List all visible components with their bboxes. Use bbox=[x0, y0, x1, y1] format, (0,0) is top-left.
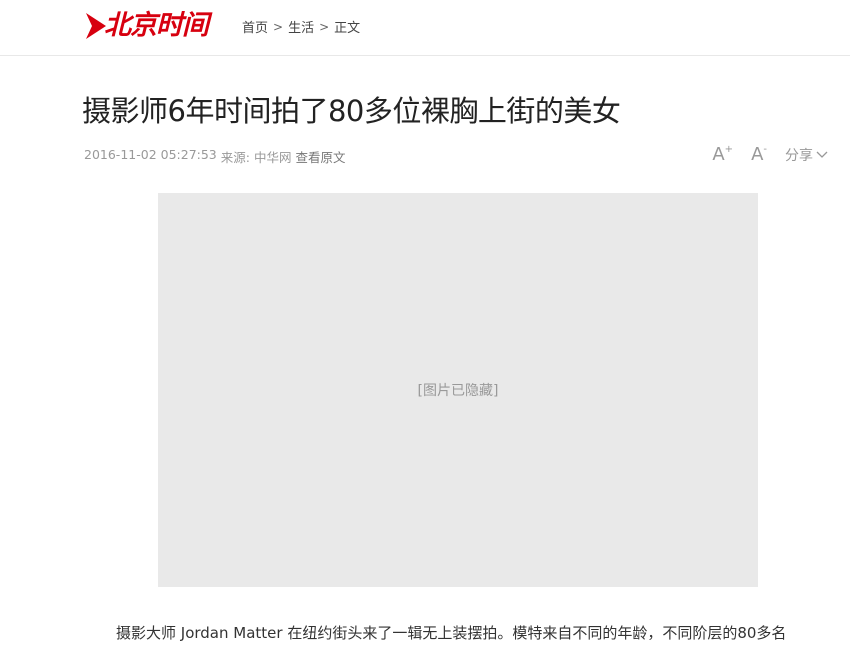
play-logo-icon bbox=[84, 11, 106, 41]
publish-date: 2016-11-02 05:27:53 bbox=[84, 147, 217, 162]
article-title: 摄影师6年时间拍了80多位裸胸上街的美女 bbox=[82, 94, 621, 128]
site-logo[interactable]: 北京时间 bbox=[84, 8, 209, 44]
view-original-link[interactable]: 查看原文 bbox=[295, 147, 345, 166]
breadcrumb-home[interactable]: 首页 bbox=[242, 17, 268, 36]
breadcrumb: 首页 > 生活 > 正文 bbox=[242, 17, 360, 37]
article-source: 来源: 中华网 bbox=[220, 150, 292, 165]
share-label: 分享 bbox=[785, 147, 813, 164]
breadcrumb-life[interactable]: 生活 bbox=[288, 17, 314, 36]
logo-text: 北京时间 bbox=[104, 10, 209, 41]
article-tools: A+ A- 分享 bbox=[712, 144, 828, 165]
breadcrumb-separator: > bbox=[273, 19, 284, 34]
image-placeholder: [图片已隐藏] bbox=[158, 193, 758, 587]
article-meta: 2016-11-02 05:27:53 来源: 中华网 查看原文 bbox=[84, 147, 345, 166]
share-button[interactable]: 分享 bbox=[785, 145, 828, 165]
top-navigation-bar: 北京时间 首页 > 生活 > 正文 bbox=[0, 0, 850, 56]
article-image: [图片已隐藏] bbox=[158, 193, 758, 587]
font-decrease-button[interactable]: A- bbox=[751, 144, 767, 165]
article-paragraph: 摄影大师 Jordan Matter 在纽约街头来了一辑无上装摆拍。模特来自不同… bbox=[116, 624, 787, 642]
breadcrumb-current[interactable]: 正文 bbox=[334, 17, 360, 36]
font-increase-button[interactable]: A+ bbox=[712, 144, 733, 165]
chevron-down-icon bbox=[816, 147, 828, 163]
breadcrumb-separator: > bbox=[319, 19, 330, 34]
